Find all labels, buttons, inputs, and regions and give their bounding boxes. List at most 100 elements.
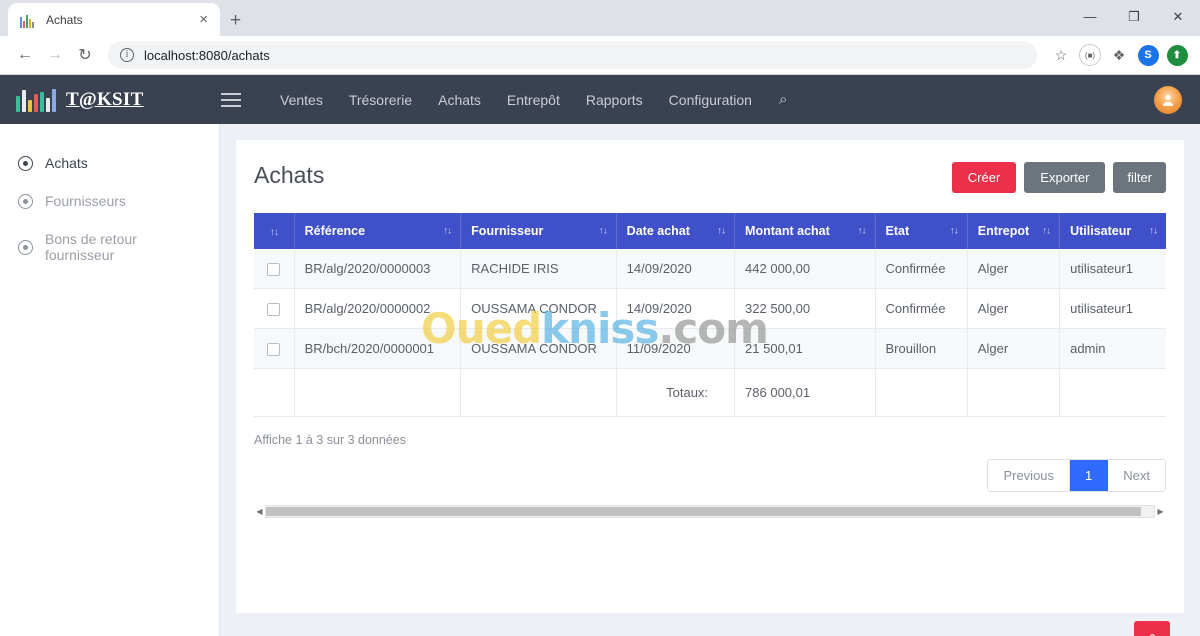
nav-item-achats[interactable]: Achats	[425, 92, 494, 108]
totals-spacer	[967, 368, 1061, 418]
cell-entrepot: Alger	[967, 288, 1061, 330]
cell-date-achat: 14/09/2020	[616, 288, 736, 330]
browser-tab[interactable]: Achats ×	[8, 3, 220, 36]
user-silhouette-icon	[1163, 94, 1173, 106]
puzzle-extensions-icon[interactable]: ❖	[1106, 42, 1132, 68]
cell-reference: BR/alg/2020/0000002	[294, 288, 462, 330]
sort-indicator-icon: ↑↓	[857, 225, 867, 237]
brand-name: T@KSIT	[66, 88, 144, 110]
column-header-reference[interactable]: Référence ↑↓	[294, 213, 462, 249]
table-totals-row: Totaux: 786 000,01	[254, 368, 1166, 418]
user-avatar[interactable]	[1154, 85, 1182, 114]
cell-montant-achat: 442 000,00	[734, 249, 876, 290]
totals-spacer	[1059, 368, 1166, 418]
column-header-etat[interactable]: Etat ↑↓	[875, 213, 968, 249]
page-footer: Taksit. développé par ITKey Algeria.	[236, 613, 1184, 636]
main-nav: Ventes Trésorerie Achats Entrepôt Rappor…	[267, 91, 787, 108]
nav-item-configuration[interactable]: Configuration	[656, 92, 765, 108]
forward-icon[interactable]: →	[40, 40, 70, 70]
column-header-entrepot[interactable]: Entrepot ↑↓	[967, 213, 1061, 249]
table-row[interactable]: BR/alg/2020/0000003 RACHIDE IRIS 14/09/2…	[254, 249, 1166, 290]
sidebar-item-label: Bons de retour fournisseur	[45, 231, 137, 263]
achats-table: ↑↓ Référence ↑↓ Fournisseur ↑↓ Date acha…	[254, 213, 1166, 418]
scroll-right-icon[interactable]: ▶	[1155, 507, 1166, 516]
nav-item-entrepot[interactable]: Entrepôt	[494, 92, 573, 108]
table-row[interactable]: BR/bch/2020/0000001 OUSSAMA CONDOR 11/09…	[254, 328, 1166, 370]
maximize-window-icon[interactable]: ❐	[1112, 0, 1156, 33]
app-logo[interactable]: T@KSIT	[16, 88, 221, 112]
column-header-montant-achat[interactable]: Montant achat ↑↓	[734, 213, 876, 249]
update-chrome-icon[interactable]: ⬆	[1164, 42, 1190, 68]
sidebar-item-bons-de-retour-fournisseur[interactable]: Bons de retour fournisseur	[0, 220, 219, 274]
new-tab-button[interactable]: +	[230, 11, 241, 30]
extension-badge-label: (■)	[1079, 44, 1101, 66]
sort-indicator-icon: ↑↓	[1149, 225, 1158, 237]
cell-etat: Confirmée	[875, 249, 968, 290]
totals-value: 786 000,01	[734, 368, 876, 418]
column-header-date-achat[interactable]: Date achat ↑↓	[616, 213, 736, 249]
menu-toggle-icon[interactable]	[221, 92, 241, 107]
browser-toolbar: ← → ↻ i localhost:8080/achats ☆ (■) ❖ S …	[0, 36, 1200, 75]
sort-indicator-icon: ↑↓	[1042, 225, 1051, 237]
table-header-row: ↑↓ Référence ↑↓ Fournisseur ↑↓ Date acha…	[254, 213, 1166, 249]
nav-item-ventes[interactable]: Ventes	[267, 92, 336, 108]
scroll-left-icon[interactable]: ◀	[254, 507, 265, 516]
pagination-info: Affiche 1 à 3 sur 3 données	[254, 433, 406, 448]
horizontal-scrollbar[interactable]: ◀ ▶	[254, 504, 1166, 518]
radio-dot-icon	[18, 193, 33, 209]
extension-badge-icon[interactable]: (■)	[1077, 42, 1103, 68]
card-header: Achats Créer Exporter filter	[254, 162, 1166, 193]
scrollbar-thumb[interactable]	[266, 506, 1141, 516]
pagination-previous[interactable]: Previous	[988, 460, 1071, 492]
bookmark-star-icon[interactable]: ☆	[1048, 42, 1074, 68]
cell-fournisseur: RACHIDE IRIS	[460, 249, 617, 290]
sidebar-item-achats[interactable]: Achats	[0, 144, 219, 182]
sidebar-item-fournisseurs[interactable]: Fournisseurs	[0, 182, 219, 220]
row-checkbox[interactable]	[267, 263, 281, 277]
column-label: Fournisseur	[471, 224, 544, 238]
column-header-utilisateur[interactable]: Utilisateur ↑↓	[1059, 213, 1166, 249]
cell-date-achat: 11/09/2020	[616, 328, 736, 370]
filter-button[interactable]: filter	[1113, 162, 1166, 193]
cell-utilisateur: admin	[1059, 328, 1166, 370]
pagination-page-1[interactable]: 1	[1070, 460, 1109, 492]
cell-utilisateur: utilisateur1	[1059, 249, 1166, 290]
table-body: BR/alg/2020/0000003 RACHIDE IRIS 14/09/2…	[254, 249, 1166, 418]
column-header-select[interactable]: ↑↓	[254, 213, 295, 249]
cell-fournisseur: OUSSAMA CONDOR	[460, 328, 617, 370]
table-head: ↑↓ Référence ↑↓ Fournisseur ↑↓ Date acha…	[254, 213, 1166, 249]
row-checkbox[interactable]	[267, 303, 281, 317]
site-info-icon[interactable]: i	[120, 48, 134, 62]
row-select-cell[interactable]	[254, 328, 295, 370]
profile-avatar-icon[interactable]: S	[1135, 42, 1161, 68]
window-controls: — ❐ ✕	[1068, 0, 1200, 33]
scrollbar-track[interactable]	[265, 504, 1155, 518]
close-tab-icon[interactable]: ×	[195, 10, 212, 29]
reload-icon[interactable]: ↻	[70, 40, 100, 70]
back-icon[interactable]: ←	[10, 40, 40, 70]
create-button[interactable]: Créer	[951, 162, 1017, 193]
address-bar[interactable]: i localhost:8080/achats	[108, 41, 1037, 69]
pagination-next[interactable]: Next	[1108, 460, 1165, 492]
column-header-fournisseur[interactable]: Fournisseur ↑↓	[460, 213, 617, 249]
radio-dot-icon	[18, 239, 33, 255]
close-window-icon[interactable]: ✕	[1156, 0, 1200, 33]
achats-card: Achats Créer Exporter filter ↑↓ Référenc…	[236, 140, 1184, 613]
nav-item-rapports[interactable]: Rapports	[573, 92, 656, 108]
totals-spacer	[875, 368, 968, 418]
cell-fournisseur: OUSSAMA CONDOR	[460, 288, 617, 330]
export-button[interactable]: Exporter	[1024, 162, 1106, 193]
table-row[interactable]: BR/alg/2020/0000002 OUSSAMA CONDOR 14/09…	[254, 288, 1166, 330]
search-icon[interactable]: ⌕	[779, 91, 787, 108]
row-select-cell[interactable]	[254, 288, 295, 330]
row-select-cell[interactable]	[254, 249, 295, 290]
settings-fab-button[interactable]	[1134, 621, 1170, 636]
column-label: Date achat	[626, 224, 690, 238]
column-label: Etat	[885, 224, 910, 238]
minimize-window-icon[interactable]: —	[1068, 0, 1112, 33]
pagination: Previous 1 Next	[254, 459, 1166, 493]
nav-item-tresorerie[interactable]: Trésorerie	[336, 92, 425, 108]
row-checkbox[interactable]	[267, 343, 281, 357]
url-text: localhost:8080/achats	[144, 47, 270, 63]
cell-montant-achat: 21 500,01	[734, 328, 876, 370]
